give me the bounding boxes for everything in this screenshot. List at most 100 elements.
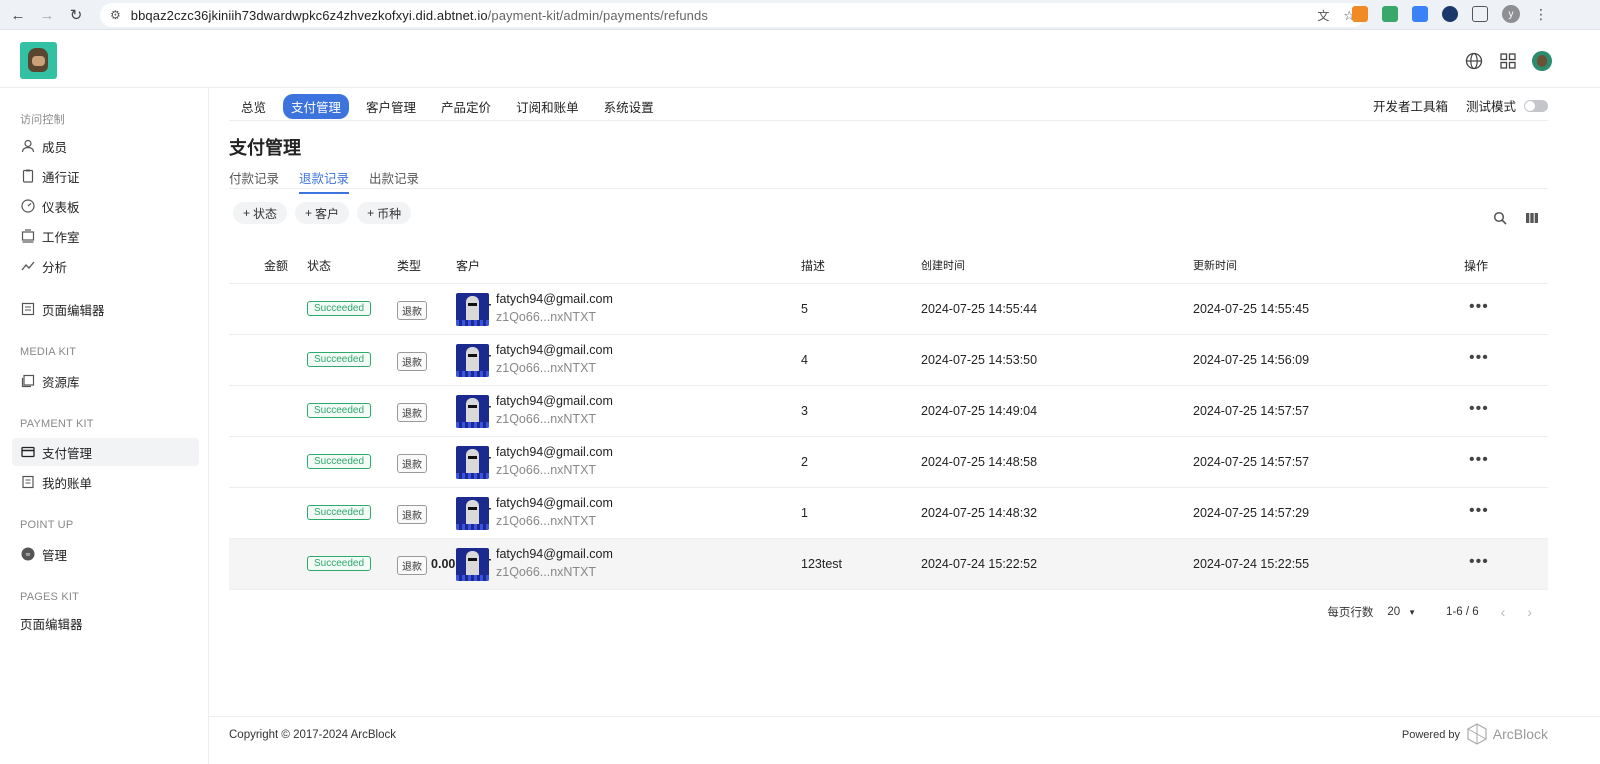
sidebar-item-point-manage[interactable]: ∞ 管理	[12, 540, 199, 568]
browser-menu-icon[interactable]: ⋮	[1534, 6, 1548, 23]
table-row[interactable]: 1 ABT Succeeded 退款 fatych94@gmail.com z1…	[229, 386, 1548, 437]
col-updated[interactable]: 更新时间	[1193, 257, 1237, 273]
sub-tabs: 付款记录 退款记录 出款记录	[229, 168, 439, 194]
sidebar-item-pages-editor[interactable]: 页面编辑器	[12, 609, 199, 637]
sidebar-item-passport[interactable]: 通行证	[12, 162, 199, 190]
sidebar-item-members[interactable]: 成员	[12, 132, 199, 160]
sidebar-item-library[interactable]: 资源库	[12, 367, 199, 395]
filter-customer[interactable]: + 客户	[295, 202, 350, 224]
customer-email[interactable]: fatych94@gmail.com	[496, 343, 613, 357]
type-badge: 退款	[397, 454, 427, 473]
next-page-icon[interactable]: ›	[1527, 604, 1532, 620]
more-actions-icon[interactable]: •••	[1469, 553, 1489, 571]
filter-currency[interactable]: + 币种	[357, 202, 412, 224]
tab-payments[interactable]: 支付管理	[283, 94, 350, 119]
arcblock-logo[interactable]: ArcBlock	[1467, 723, 1548, 745]
columns-icon[interactable]	[1524, 210, 1540, 226]
more-actions-icon[interactable]: •••	[1469, 400, 1489, 418]
customer-did[interactable]: z1Qo66...nxNTXT	[496, 412, 596, 426]
translate-icon[interactable]: 文	[1317, 7, 1329, 24]
url-host: bbqaz2czc36jkiniih73dwardwpkc6z4zhvezkof…	[130, 7, 488, 23]
customer-did[interactable]: z1Qo66...nxNTXT	[496, 361, 596, 375]
language-globe-icon[interactable]	[1464, 51, 1484, 71]
rows-per-page-value: 20	[1387, 606, 1401, 618]
test-mode-toggle[interactable]	[1524, 99, 1548, 112]
metamask-extension-icon[interactable]	[1352, 6, 1368, 22]
table-row[interactable]: 1 ABT Succeeded 退款 fatych94@gmail.com z1…	[229, 488, 1548, 539]
screen-extension-icon[interactable]	[1412, 6, 1428, 22]
status-badge: Succeeded	[307, 454, 372, 469]
divider	[229, 120, 1548, 121]
section-pages-kit: PAGES KIT	[20, 591, 80, 603]
extensions-puzzle-icon[interactable]	[1472, 6, 1488, 22]
customer-did[interactable]: z1Qo66...nxNTXT	[496, 565, 596, 579]
tab-pricing[interactable]: 产品定价	[433, 94, 499, 119]
col-customer[interactable]: 客户	[456, 257, 480, 274]
back-icon[interactable]: ←	[7, 4, 29, 26]
analytics-icon	[20, 258, 36, 274]
more-actions-icon[interactable]: •••	[1469, 349, 1489, 367]
tab-customers[interactable]: 客户管理	[358, 94, 424, 119]
sidebar-item-analytics[interactable]: 分析	[12, 252, 199, 280]
col-type[interactable]: 类型	[397, 257, 421, 274]
user-icon	[20, 138, 36, 154]
sidebar-item-my-bills[interactable]: 我的账单	[12, 468, 199, 496]
customer-email[interactable]: fatych94@gmail.com	[496, 547, 613, 561]
sidebar-item-payment-management[interactable]: 支付管理	[12, 438, 199, 466]
col-description[interactable]: 描述	[801, 257, 825, 274]
customer-did[interactable]: z1Qo66...nxNTXT	[496, 310, 596, 324]
table-row[interactable]: 1 ABT Succeeded 退款 fatych94@gmail.com z1…	[229, 335, 1548, 386]
app-logo[interactable]	[20, 42, 57, 79]
more-actions-icon[interactable]: •••	[1469, 298, 1489, 316]
customer-avatar[interactable]	[456, 344, 489, 377]
gauge-icon	[20, 198, 36, 214]
check-extension-icon[interactable]	[1442, 6, 1458, 22]
customer-email[interactable]: fatych94@gmail.com	[496, 445, 613, 459]
customer-did[interactable]: z1Qo66...nxNTXT	[496, 514, 596, 528]
customer-avatar[interactable]	[456, 497, 489, 530]
customer-did[interactable]: z1Qo66...nxNTXT	[496, 463, 596, 477]
tab-refund-records[interactable]: 退款记录	[299, 168, 350, 194]
type-badge: 退款	[397, 403, 427, 422]
forward-icon[interactable]: →	[36, 4, 58, 26]
address-bar[interactable]: ⚙ bbqaz2czc36jkiniih73dwardwpkc6z4zhvezk…	[100, 3, 1365, 27]
customer-avatar[interactable]	[456, 446, 489, 479]
tab-subscriptions[interactable]: 订阅和账单	[508, 94, 587, 119]
prev-page-icon[interactable]: ‹	[1501, 604, 1506, 620]
customer-email[interactable]: fatych94@gmail.com	[496, 496, 613, 510]
tab-settings[interactable]: 系统设置	[596, 94, 662, 119]
sidebar-item-page-editor[interactable]: 页面编辑器	[12, 295, 199, 323]
table-row[interactable]: 0.001 ABT Succeeded 退款 fatych94@gmail.co…	[229, 539, 1548, 590]
reload-icon[interactable]: ↻	[65, 4, 87, 26]
user-avatar[interactable]	[1532, 51, 1552, 71]
sidebar-item-dashboard[interactable]: 仪表板	[12, 192, 199, 220]
customer-avatar[interactable]	[456, 293, 489, 326]
site-info-icon[interactable]: ⚙	[110, 8, 121, 22]
search-icon[interactable]	[1492, 210, 1508, 226]
customer-avatar[interactable]	[456, 548, 489, 581]
created-time: 2024-07-25 14:53:50	[921, 353, 1038, 367]
profile-avatar[interactable]: y	[1502, 5, 1520, 23]
description-cell: 2	[801, 455, 808, 469]
tab-overview[interactable]: 总览	[233, 94, 274, 119]
table-row[interactable]: 1 ABT Succeeded 退款 fatych94@gmail.com z1…	[229, 437, 1548, 488]
filter-status[interactable]: + 状态	[233, 202, 288, 224]
customer-email[interactable]: fatych94@gmail.com	[496, 394, 613, 408]
customer-email[interactable]: fatych94@gmail.com	[496, 292, 613, 306]
updated-time: 2024-07-25 14:55:45	[1193, 302, 1310, 316]
col-status[interactable]: 状态	[307, 257, 331, 274]
apps-grid-icon[interactable]	[1498, 51, 1518, 71]
page-editor-icon	[20, 301, 36, 317]
table-row[interactable]: 1 ABT Succeeded 退款 fatych94@gmail.com z1…	[229, 284, 1548, 335]
dev-tools-link[interactable]: 开发者工具箱	[1373, 96, 1448, 115]
sidebar-item-studio[interactable]: 工作室	[12, 222, 199, 250]
tab-payment-records[interactable]: 付款记录	[229, 168, 279, 194]
customer-avatar[interactable]	[456, 395, 489, 428]
tab-payout-records[interactable]: 出款记录	[369, 168, 419, 194]
more-actions-icon[interactable]: •••	[1469, 502, 1489, 520]
col-created[interactable]: 创建时间	[921, 257, 965, 273]
wallet-extension-icon[interactable]	[1382, 6, 1398, 22]
col-amount[interactable]: 金额	[264, 257, 288, 274]
rows-per-page-select[interactable]: 20 ▼	[1387, 606, 1416, 618]
more-actions-icon[interactable]: •••	[1469, 451, 1489, 469]
